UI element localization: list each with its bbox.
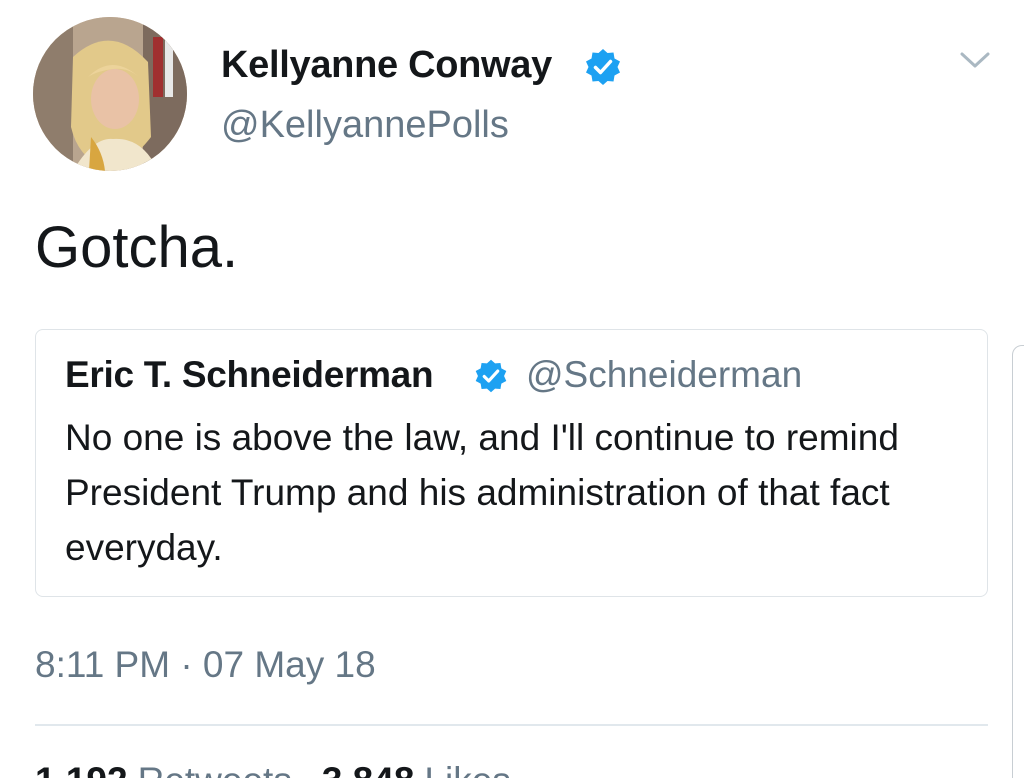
verified-badge-icon — [475, 359, 507, 393]
quoted-tweet-text: No one is above the law, and I'll contin… — [65, 417, 899, 568]
retweets-label[interactable]: Retweets — [138, 760, 292, 778]
likes-label[interactable]: Likes — [424, 760, 510, 778]
scroll-edge — [1012, 345, 1024, 778]
tweet-stats: 1,192 Retweets 3,848 Likes — [35, 760, 541, 778]
divider — [35, 724, 988, 726]
author-name[interactable]: Kellyanne Conway — [221, 44, 552, 87]
quoted-author-handle: @Schneiderman — [526, 354, 803, 395]
avatar-photo — [33, 17, 187, 171]
tweet-view: Kellyanne Conway @KellyannePolls Gotcha.… — [0, 0, 1024, 778]
verified-badge-icon — [586, 49, 620, 85]
likes-count[interactable]: 3,848 — [322, 760, 415, 778]
quoted-tweet-card[interactable]: Eric T. Schneiderman @Schneiderman No on… — [35, 329, 988, 597]
author-handle[interactable]: @KellyannePolls — [221, 104, 509, 147]
quoted-author-name: Eric T. Schneiderman — [65, 354, 434, 395]
avatar[interactable] — [33, 17, 187, 171]
chevron-down-icon[interactable] — [958, 46, 992, 74]
retweets-count[interactable]: 1,192 — [35, 760, 128, 778]
tweet-timestamp[interactable]: 8:11 PM · 07 May 18 — [35, 644, 376, 686]
tweet-text: Gotcha. — [35, 215, 239, 280]
